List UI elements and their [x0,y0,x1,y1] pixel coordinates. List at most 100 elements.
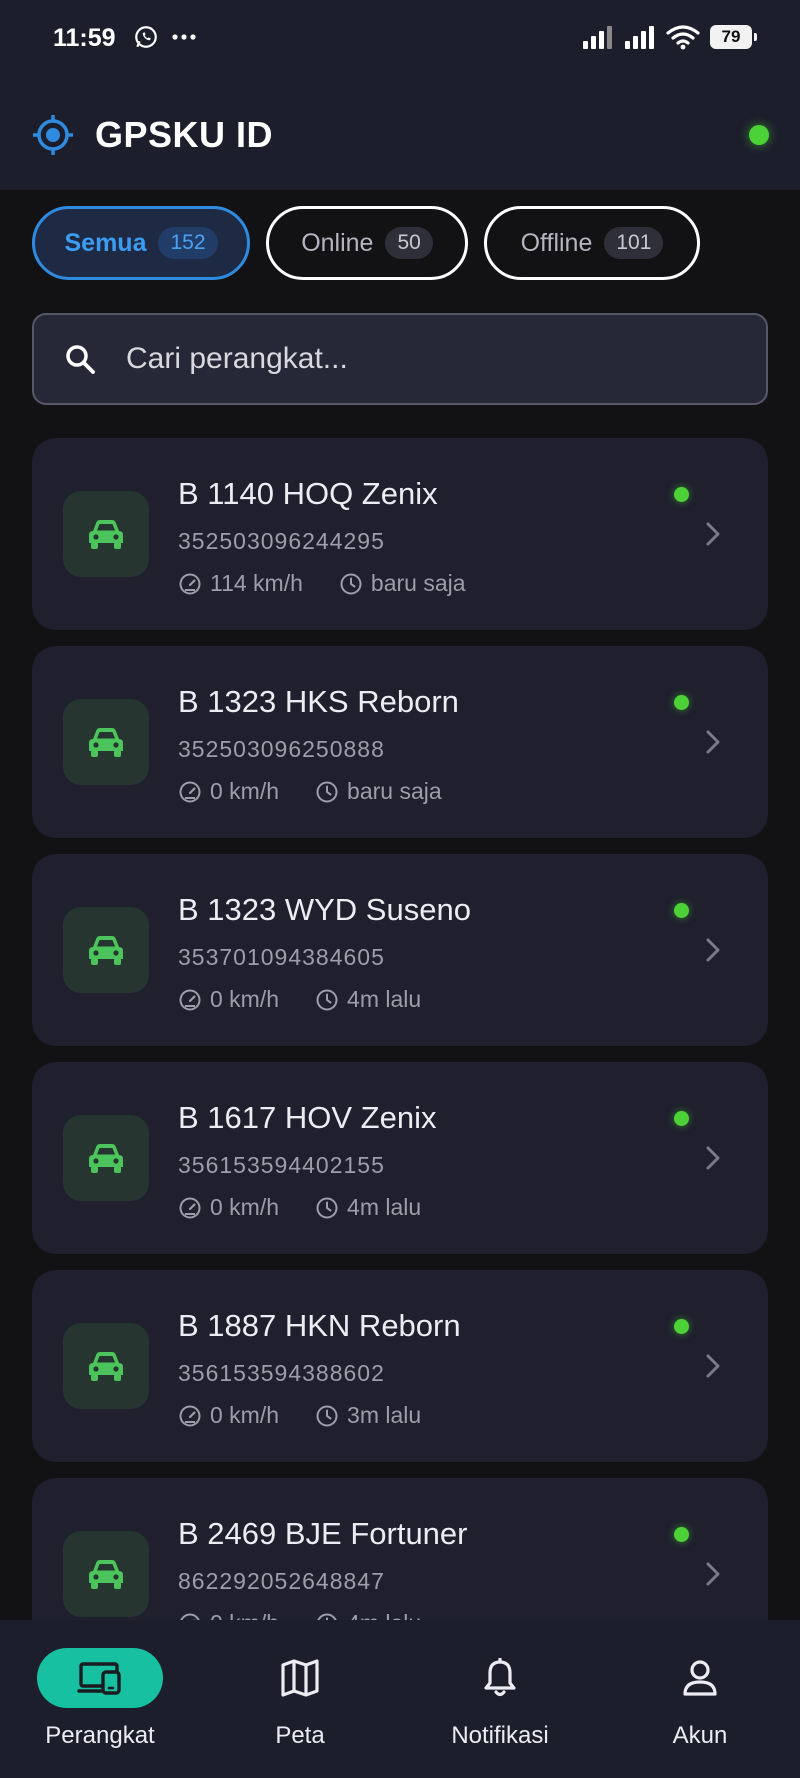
speedometer-icon [179,989,201,1010]
chip-label: Online [301,228,374,257]
device-speed: 0 km/h [210,1194,280,1220]
chevron-right-icon [706,1354,720,1378]
user-icon [683,1660,717,1696]
speedometer-icon [179,573,201,594]
search-icon [66,345,95,374]
device-imei: 352503096250888 [178,736,385,762]
device-icon-box [63,699,149,785]
device-icon-box [63,1531,149,1617]
device-imei: 356153594402155 [178,1152,385,1178]
device-speed: 0 km/h [210,1610,279,1620]
device-name: B 1323 WYD Suseno [178,892,471,927]
nav-item-perangkat[interactable]: Perangkat [10,1648,190,1750]
device-card[interactable]: B 1887 HKN Reborn 356153594388602 0 km/h… [32,1270,768,1462]
device-card[interactable]: B 1323 WYD Suseno 353701094384605 0 km/h… [32,854,768,1046]
status-time: 11:59 [53,24,116,52]
device-imei: 356153594388602 [178,1360,385,1386]
device-last-update: 4m lalu [347,1194,422,1220]
device-last-update: 4m lalu [347,1610,421,1620]
map-icon [281,1659,319,1697]
device-last-update: 3m lalu [347,1402,422,1428]
device-imei: 862292052648847 [178,1568,385,1594]
online-status-dot [674,1527,689,1542]
chip-label: Semua [64,228,147,257]
device-name: B 1887 HKN Reborn [178,1308,461,1343]
device-icon-box [63,491,149,577]
device-list: B 1140 HOQ Zenix 352503096244295 114 km/… [32,438,768,1620]
online-status-dot [674,1111,689,1126]
nav-label: Peta [275,1722,325,1749]
clock-icon [316,1405,338,1426]
clock-icon [316,781,338,802]
nav-item-peta[interactable]: Peta [210,1648,390,1750]
device-speed: 114 km/h [210,570,303,596]
nav-label: Perangkat [45,1722,155,1749]
online-status-dot [674,695,689,710]
device-name: B 1617 HOV Zenix [178,1100,437,1135]
device-speed: 0 km/h [210,778,280,804]
filter-chip-offline[interactable]: Offline 101 [484,206,700,280]
filter-chip-semua[interactable]: Semua 152 [32,206,250,280]
clock-icon [317,1613,337,1620]
wifi-icon [666,25,700,50]
device-speed: 0 km/h [210,986,280,1012]
nav-item-notifikasi[interactable]: Notifikasi [410,1648,590,1750]
device-card[interactable]: B 2469 BJE Fortuner 862292052648847 0 km… [32,1478,768,1620]
car-icon [89,728,123,757]
chevron-right-icon [706,938,720,962]
speedometer-icon [179,1197,201,1218]
clock-icon [316,989,338,1010]
car-icon [89,520,123,549]
chip-count: 50 [385,227,433,259]
filter-chip-online[interactable]: Online 50 [266,206,468,280]
battery-indicator: 79 [710,25,757,49]
gps-target-icon [33,115,73,155]
bottom-navigation: Perangkat Peta Notifikasi Akun [0,1620,800,1778]
device-card[interactable]: B 1140 HOQ Zenix 352503096244295 114 km/… [32,438,768,630]
chip-count: 101 [604,227,664,259]
nav-label: Akun [672,1722,728,1749]
app-header: GPSKU ID [0,80,800,190]
chevron-right-icon [706,522,720,546]
car-icon [89,1560,123,1589]
chip-label: Offline [520,228,593,257]
nav-item-akun[interactable]: Akun [610,1648,790,1750]
search-input[interactable] [126,342,766,376]
whatsapp-icon [135,26,157,48]
search-box[interactable] [32,313,768,405]
nav-label: Notifikasi [451,1722,549,1749]
online-status-dot [674,1319,689,1334]
filter-chips: Semua 152 Online 50 Offline 101 [32,206,700,280]
bell-icon [484,1658,516,1697]
signal-icon [583,26,612,49]
device-last-update: 4m lalu [347,986,422,1012]
device-imei: 352503096244295 [178,528,385,554]
chevron-right-icon [706,730,720,754]
device-icon-box [63,1323,149,1409]
car-icon [89,936,123,965]
connection-status-dot [749,125,769,145]
chevron-right-icon [706,1146,720,1170]
online-status-dot [674,903,689,918]
speedometer-icon [179,781,201,802]
system-status-bar: 11:59 79 [0,0,800,80]
chevron-right-icon [706,1562,720,1586]
device-speed: 0 km/h [210,1402,280,1428]
speedometer-icon [179,1405,201,1426]
clock-icon [340,573,362,594]
chip-count: 152 [158,227,218,259]
car-icon [89,1352,123,1381]
device-last-update: baru saja [370,570,466,596]
device-name: B 1323 HKS Reborn [178,684,459,719]
online-status-dot [674,487,689,502]
clock-icon [316,1197,338,1218]
device-icon-box [63,907,149,993]
device-icon-box [63,1115,149,1201]
car-icon [89,1144,123,1173]
speedometer-icon [180,1613,200,1620]
device-name: B 2469 BJE Fortuner [178,1516,468,1551]
device-card[interactable]: B 1323 HKS Reborn 352503096250888 0 km/h… [32,646,768,838]
more-notifications-icon [172,34,196,40]
device-card[interactable]: B 1617 HOV Zenix 356153594402155 0 km/h … [32,1062,768,1254]
device-last-update: baru saja [347,778,442,804]
